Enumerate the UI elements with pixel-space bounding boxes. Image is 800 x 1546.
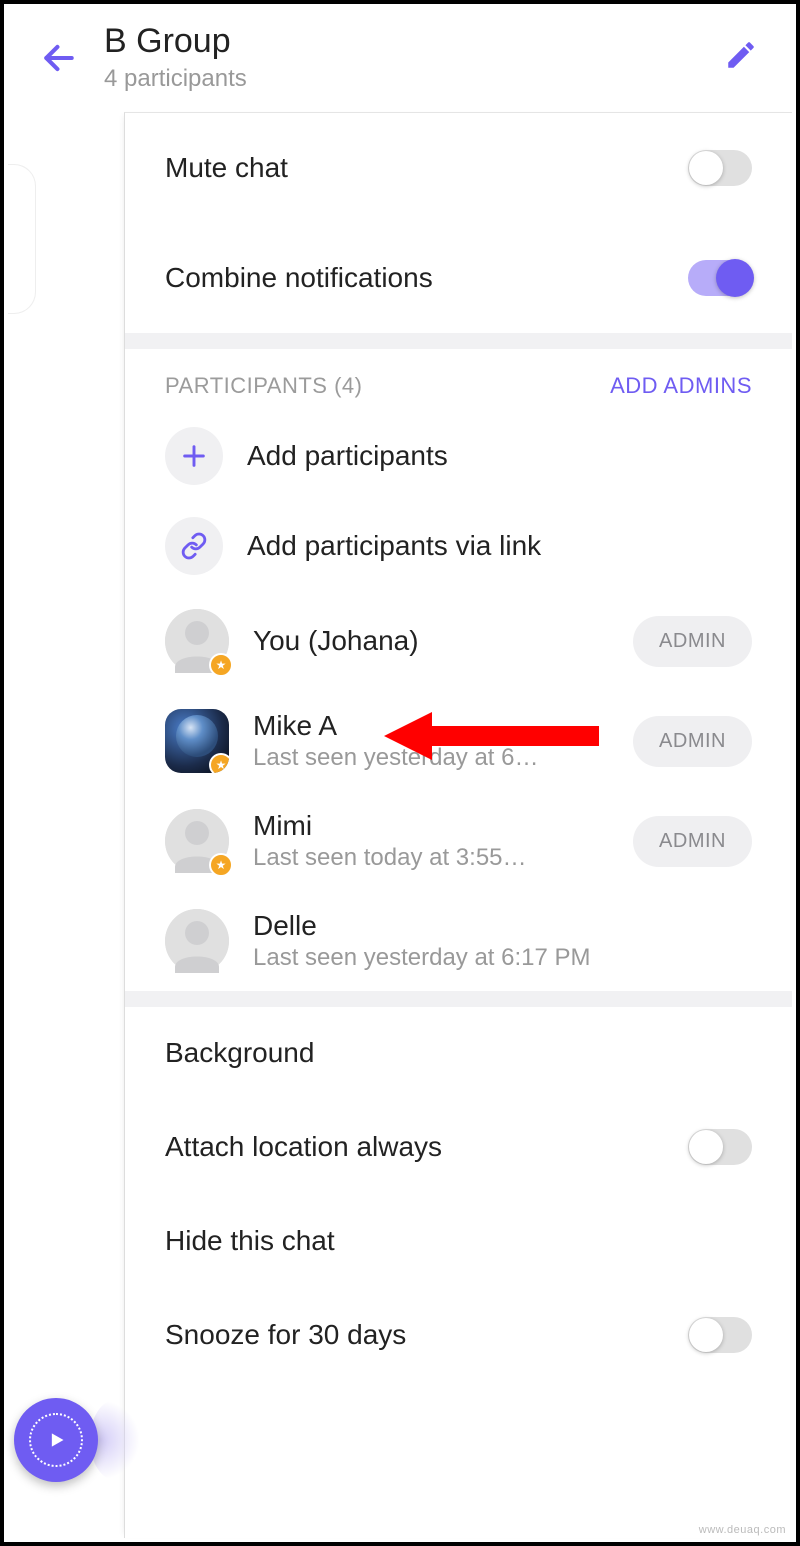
add-via-link-label: Add participants via link <box>247 530 541 562</box>
participant-name: Mimi <box>253 810 633 842</box>
admin-badge: ADMIN <box>633 716 752 767</box>
participant-row[interactable]: Mike A Last seen yesterday at 6… ADMIN <box>125 691 792 791</box>
background-row[interactable]: Background <box>125 1007 792 1099</box>
admin-badge: ADMIN <box>633 816 752 867</box>
add-admins-button[interactable]: ADD ADMINS <box>610 373 752 399</box>
link-icon <box>165 517 223 575</box>
avatar <box>165 809 229 873</box>
play-icon <box>29 1413 83 1467</box>
participant-name: Delle <box>253 910 752 942</box>
plus-icon <box>165 427 223 485</box>
attach-location-toggle[interactable] <box>688 1129 752 1165</box>
snooze-row[interactable]: Snooze for 30 days <box>125 1287 792 1393</box>
add-via-link-row[interactable]: Add participants via link <box>125 501 792 591</box>
participants-count-label: PARTICIPANTS (4) <box>165 373 362 399</box>
star-badge-icon <box>209 653 233 677</box>
snooze-label: Snooze for 30 days <box>165 1319 406 1351</box>
combine-notifications-toggle[interactable] <box>688 260 752 296</box>
left-panel-sliver <box>8 164 36 314</box>
add-participants-row[interactable]: Add participants <box>125 411 792 501</box>
participant-row[interactable]: Delle Last seen yesterday at 6:17 PM <box>125 891 792 991</box>
play-fab[interactable] <box>14 1398 98 1482</box>
combine-notifications-label: Combine notifications <box>165 262 433 294</box>
participant-status: Last seen today at 3:55… <box>253 844 633 872</box>
avatar <box>165 709 229 773</box>
header-titles: B Group 4 participants <box>104 22 716 93</box>
attach-location-label: Attach location always <box>165 1131 442 1163</box>
avatar <box>165 609 229 673</box>
pencil-icon <box>724 38 758 72</box>
hide-chat-label: Hide this chat <box>165 1225 335 1257</box>
section-divider <box>125 991 792 1007</box>
arrow-left-icon <box>40 39 78 77</box>
add-participants-label: Add participants <box>247 440 448 472</box>
participants-header: PARTICIPANTS (4) ADD ADMINS <box>125 349 792 411</box>
participant-status: Last seen yesterday at 6:17 PM <box>253 944 752 972</box>
group-info-panel: Mute chat Combine notifications PARTICIP… <box>124 112 792 1538</box>
header: B Group 4 participants <box>4 4 796 111</box>
avatar <box>165 909 229 973</box>
participant-row[interactable]: You (Johana) ADMIN <box>125 591 792 691</box>
mute-chat-label: Mute chat <box>165 152 288 184</box>
watermark: www.deuaq.com <box>699 1524 786 1536</box>
group-title: B Group <box>104 22 716 61</box>
snooze-toggle[interactable] <box>688 1317 752 1353</box>
participant-status: Last seen yesterday at 6… <box>253 744 633 772</box>
star-badge-icon <box>209 853 233 877</box>
participant-name: Mike A <box>253 710 633 742</box>
combine-notifications-row[interactable]: Combine notifications <box>125 223 792 333</box>
mute-chat-row[interactable]: Mute chat <box>125 113 792 223</box>
mute-chat-toggle[interactable] <box>688 150 752 186</box>
section-divider <box>125 333 792 349</box>
participant-row[interactable]: Mimi Last seen today at 3:55… ADMIN <box>125 791 792 891</box>
star-badge-icon <box>209 753 229 773</box>
background-label: Background <box>165 1037 314 1069</box>
back-button[interactable] <box>34 39 84 77</box>
group-subtitle: 4 participants <box>104 65 716 93</box>
participant-name: You (Johana) <box>253 625 633 657</box>
edit-button[interactable] <box>716 30 766 85</box>
hide-chat-row[interactable]: Hide this chat <box>125 1195 792 1287</box>
admin-badge: ADMIN <box>633 616 752 667</box>
attach-location-row[interactable]: Attach location always <box>125 1099 792 1195</box>
